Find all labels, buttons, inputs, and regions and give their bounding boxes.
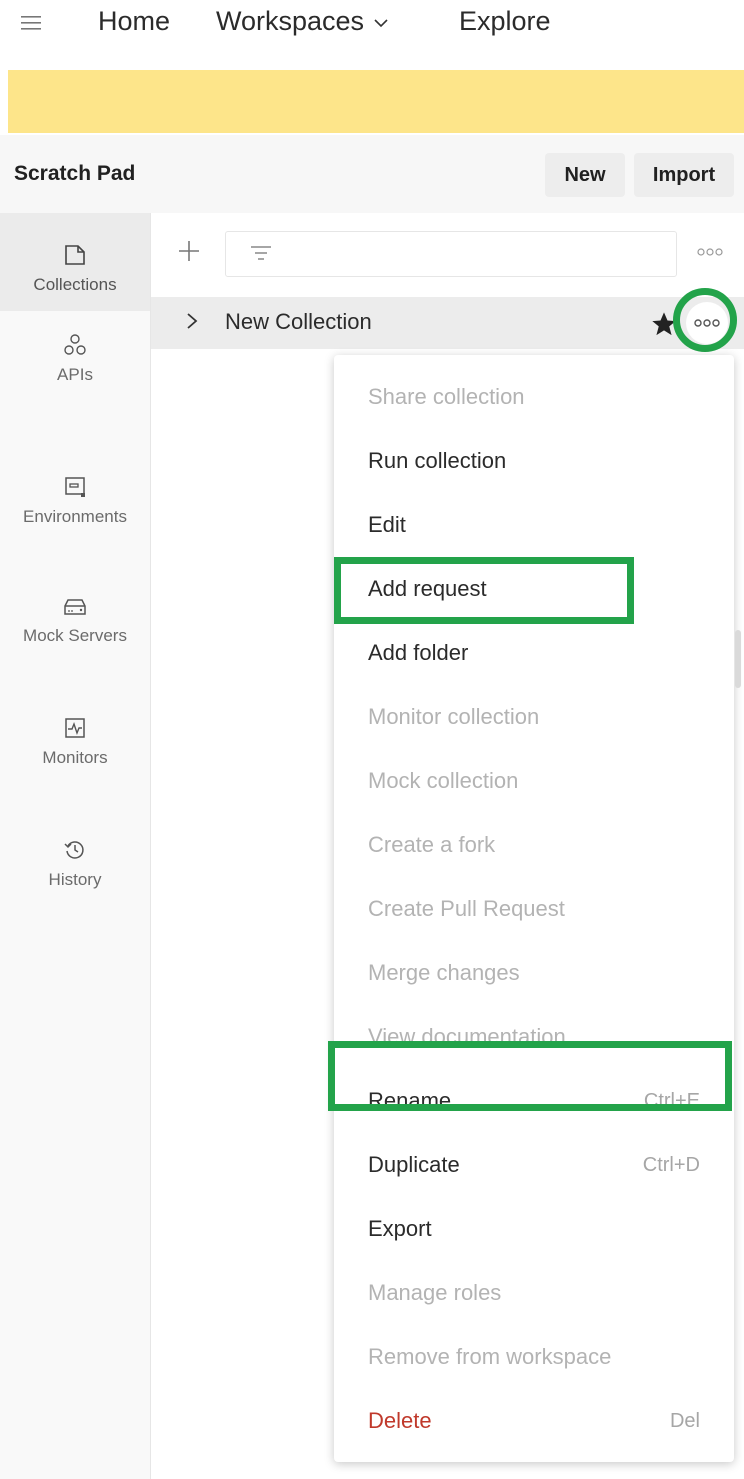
rail-label: APIs [57,365,93,384]
rail-label: Monitors [42,748,108,767]
menu-item-duplicate[interactable]: Duplicate Ctrl+D [334,1133,734,1197]
rail-item-collections[interactable]: Collections [0,213,150,311]
filter-input[interactable] [225,231,677,277]
collection-name[interactable]: New Collection [225,309,372,335]
menu-item-label: Export [368,1216,432,1241]
menu-item-run-collection[interactable]: Run collection [334,429,734,493]
menu-item-delete[interactable]: Delete Del [334,1389,734,1453]
rail-item-environments[interactable]: Environments [0,475,150,527]
rail-label: Environments [23,507,127,526]
menu-item-label: Add folder [368,640,469,665]
menu-item-label: Duplicate [368,1152,460,1177]
hamburger-menu-icon[interactable] [20,12,42,34]
menu-item-add-folder[interactable]: Add folder [334,621,734,685]
menu-item-label: Delete [368,1408,432,1433]
collection-more-button[interactable] [686,302,728,344]
rail-label: History [48,870,102,889]
nav-workspaces-dropdown[interactable]: Workspaces [216,6,388,37]
menu-item-label: Create a fork [368,832,496,857]
nav-workspaces-label: Workspaces [216,6,365,36]
new-button[interactable]: New [545,153,625,197]
more-options-icon[interactable] [697,248,723,256]
menu-item-label: Add request [368,576,487,601]
menu-item-share-collection[interactable]: Share collection [334,365,734,429]
workspace-header: Scratch Pad New Import [0,135,744,213]
import-button[interactable]: Import [634,153,734,197]
nav-home-link[interactable]: Home [98,6,170,37]
menu-item-label: Share collection [368,384,525,409]
filter-icon [251,246,271,260]
menu-item-label: Merge changes [368,960,520,985]
workspace-title: Scratch Pad [14,162,136,185]
rail-item-mock-servers[interactable]: Mock Servers [0,596,150,646]
menu-item-view-documentation[interactable]: View documentation [334,1005,734,1069]
menu-item-label: Create Pull Request [368,896,565,921]
rail-item-history[interactable]: History [0,838,150,890]
nav-explore-link[interactable]: Explore [459,6,551,37]
menu-item-create-fork[interactable]: Create a fork [334,813,734,877]
top-nav: Home Workspaces Explore [0,0,744,48]
rail-item-monitors[interactable]: Monitors [0,716,150,768]
monitors-icon [65,718,85,738]
chevron-down-icon [374,19,388,28]
menu-item-label: Monitor collection [368,704,540,729]
menu-item-label: Rename [368,1088,452,1113]
rail-label: Collections [33,275,117,294]
menu-item-shortcut: Del [669,1410,700,1432]
menu-item-rename[interactable]: Rename Ctrl+E [334,1069,734,1133]
menu-item-export[interactable]: Export [334,1197,734,1261]
menu-item-label: View documentation [368,1024,566,1049]
menu-item-label: Edit [368,512,406,537]
environments-icon [65,477,85,497]
notification-banner [8,70,744,133]
left-rail: Collections APIs Environments Mock Serve… [0,213,151,1479]
menu-item-label: Mock collection [368,768,519,793]
menu-item-add-request[interactable]: Add request [334,557,734,621]
rail-label: Mock Servers [23,626,127,645]
mock-servers-icon [64,599,86,615]
collection-context-menu: Share collection Run collection Edit Add… [334,355,734,1462]
menu-item-create-pull-request[interactable]: Create Pull Request [334,877,734,941]
plus-icon[interactable] [178,240,200,262]
menu-scrollbar[interactable] [735,630,741,688]
chevron-right-icon[interactable] [186,312,198,330]
menu-item-mock-collection[interactable]: Mock collection [334,749,734,813]
menu-item-label: Run collection [368,448,507,473]
menu-item-manage-roles[interactable]: Manage roles [334,1261,734,1325]
star-icon[interactable] [650,310,678,338]
apis-icon [64,334,86,355]
collections-icon [65,245,85,265]
more-options-icon [694,319,720,327]
menu-item-monitor-collection[interactable]: Monitor collection [334,685,734,749]
menu-item-shortcut: Ctrl+E [643,1090,700,1112]
rail-item-apis[interactable]: APIs [0,333,150,385]
history-icon [64,841,84,859]
menu-item-edit[interactable]: Edit [334,493,734,557]
menu-item-label: Remove from workspace [368,1344,612,1369]
menu-item-shortcut: Ctrl+D [642,1154,700,1176]
menu-item-merge-changes[interactable]: Merge changes [334,941,734,1005]
menu-item-label: Manage roles [368,1280,502,1305]
menu-item-remove-from-workspace[interactable]: Remove from workspace [334,1325,734,1389]
